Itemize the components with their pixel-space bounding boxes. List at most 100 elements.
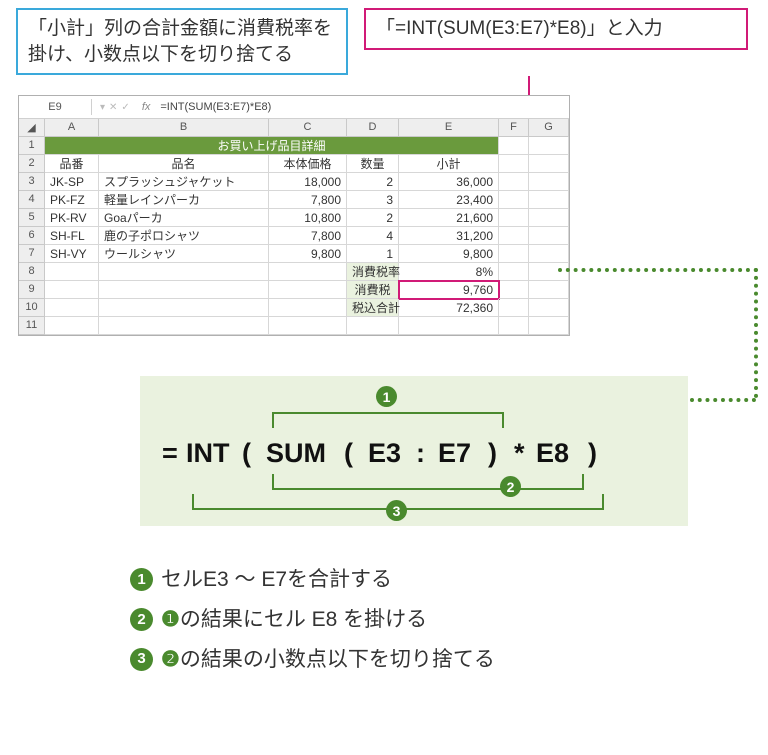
cell[interactable] (499, 317, 529, 335)
cell[interactable] (529, 227, 569, 245)
cell[interactable] (399, 317, 499, 335)
cell[interactable] (529, 173, 569, 191)
cell[interactable] (45, 299, 99, 317)
cell[interactable]: 3 (347, 191, 399, 209)
name-box[interactable]: E9 (19, 99, 92, 115)
col-header[interactable]: A (45, 119, 99, 137)
row-header[interactable]: 7 (19, 245, 45, 263)
cell[interactable]: 2 (347, 173, 399, 191)
cell[interactable]: 72,360 (399, 299, 499, 317)
cell[interactable] (269, 317, 347, 335)
cell[interactable]: 軽量レインパーカ (99, 191, 269, 209)
cell[interactable]: 23,400 (399, 191, 499, 209)
cell[interactable]: ウールシャツ (99, 245, 269, 263)
cell[interactable]: スプラッシュジャケット (99, 173, 269, 191)
cell[interactable]: 鹿の子ポロシャツ (99, 227, 269, 245)
cell[interactable]: 7,800 (269, 191, 347, 209)
label-cell: 消費税 (347, 281, 399, 299)
cell[interactable]: 1 (347, 245, 399, 263)
row-header[interactable]: 4 (19, 191, 45, 209)
select-all-corner[interactable]: ◢ (19, 119, 45, 137)
bracket-1 (272, 412, 504, 428)
selected-cell-e9[interactable]: 9,760 (399, 281, 499, 299)
cell[interactable] (347, 317, 399, 335)
cell[interactable]: 9,800 (399, 245, 499, 263)
cell[interactable] (529, 209, 569, 227)
dropdown-icon[interactable]: ▾ (100, 102, 105, 113)
col-header[interactable]: E (399, 119, 499, 137)
cell[interactable] (499, 281, 529, 299)
cell[interactable]: 9,800 (269, 245, 347, 263)
cell[interactable] (529, 191, 569, 209)
cell[interactable]: 31,200 (399, 227, 499, 245)
cell[interactable] (529, 317, 569, 335)
cell[interactable] (99, 281, 269, 299)
cell[interactable] (269, 281, 347, 299)
row-header[interactable]: 11 (19, 317, 45, 335)
header-cell: 品番 (45, 155, 99, 173)
cell[interactable]: 21,600 (399, 209, 499, 227)
cell[interactable] (499, 245, 529, 263)
cell[interactable]: 4 (347, 227, 399, 245)
cell[interactable]: 7,800 (269, 227, 347, 245)
row-header[interactable]: 10 (19, 299, 45, 317)
cell[interactable] (499, 227, 529, 245)
cancel-icon[interactable]: ✕ (109, 102, 117, 113)
fx-icon[interactable]: fx (138, 101, 155, 113)
cell[interactable] (45, 281, 99, 299)
row-header[interactable]: 5 (19, 209, 45, 227)
cell[interactable]: PK-FZ (45, 191, 99, 209)
confirm-icon[interactable]: ✓ (121, 102, 129, 113)
cell[interactable] (499, 155, 529, 173)
cell[interactable] (529, 245, 569, 263)
cell[interactable] (99, 263, 269, 281)
col-header[interactable]: B (99, 119, 269, 137)
cell[interactable] (499, 299, 529, 317)
formula-token-ref: E7 (438, 438, 471, 469)
row-header[interactable]: 2 (19, 155, 45, 173)
cell[interactable]: 2 (347, 209, 399, 227)
cell[interactable]: SH-VY (45, 245, 99, 263)
formula-token-rp: ) (588, 438, 597, 469)
cell[interactable]: 10,800 (269, 209, 347, 227)
cell[interactable] (529, 155, 569, 173)
marker-3: 3 (386, 500, 407, 521)
row-header[interactable]: 3 (19, 173, 45, 191)
cell[interactable] (499, 209, 529, 227)
formula-bar-input[interactable]: =INT(SUM(E3:E7)*E8) (154, 101, 277, 113)
cell[interactable]: JK-SP (45, 173, 99, 191)
cell[interactable] (529, 299, 569, 317)
cell[interactable]: 36,000 (399, 173, 499, 191)
cell[interactable] (499, 263, 529, 281)
cell[interactable] (99, 299, 269, 317)
cell[interactable] (529, 137, 569, 155)
cell[interactable] (45, 317, 99, 335)
legend-item: 2 ❶の結果にセル E8 を掛ける (130, 600, 495, 640)
row-header[interactable]: 8 (19, 263, 45, 281)
cell[interactable] (529, 281, 569, 299)
cell[interactable]: SH-FL (45, 227, 99, 245)
col-header[interactable]: D (347, 119, 399, 137)
row-header[interactable]: 6 (19, 227, 45, 245)
dotted-leader (690, 398, 756, 402)
cell[interactable] (45, 263, 99, 281)
cell[interactable] (499, 173, 529, 191)
cell[interactable]: 8% (399, 263, 499, 281)
cell[interactable] (269, 299, 347, 317)
cell[interactable]: Goaパーカ (99, 209, 269, 227)
row-header[interactable]: 1 (19, 137, 45, 155)
formula-bar: E9 ▾ ✕ ✓ fx =INT(SUM(E3:E7)*E8) (19, 96, 569, 119)
cell[interactable] (269, 263, 347, 281)
dotted-leader (558, 268, 758, 272)
cell[interactable]: PK-RV (45, 209, 99, 227)
row-header[interactable]: 9 (19, 281, 45, 299)
col-header[interactable]: F (499, 119, 529, 137)
legend-text: セルE3 ～ E7を合計する (161, 560, 392, 600)
cell[interactable] (499, 191, 529, 209)
cell[interactable] (499, 137, 529, 155)
cell[interactable] (529, 263, 569, 281)
col-header[interactable]: C (269, 119, 347, 137)
col-header[interactable]: G (529, 119, 569, 137)
cell[interactable]: 18,000 (269, 173, 347, 191)
cell[interactable] (99, 317, 269, 335)
